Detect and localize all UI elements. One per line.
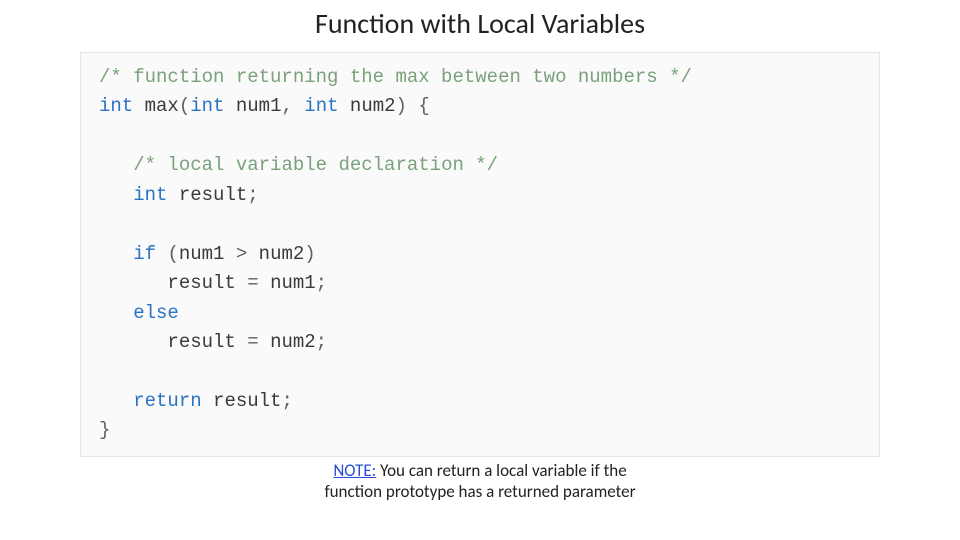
code-token: num2 [259,243,305,265]
code-token: ) [304,243,315,265]
code-token: ; [316,331,327,353]
code-token [99,243,133,265]
code-token [133,95,144,117]
code-token [99,390,133,412]
code-token: max [145,95,179,117]
code-token: num1 [236,95,282,117]
code-token [224,95,235,117]
code-token: result [167,331,235,353]
code-token: result [179,184,247,206]
slide-title: Function with Local Variables [0,6,960,41]
code-token: if [133,243,156,265]
code-token: , [281,95,292,117]
code-token: /* function returning the max between tw… [99,66,692,88]
code-token [293,95,304,117]
code-token: ; [247,184,258,206]
code-token [99,272,167,294]
code-token: int [304,95,338,117]
code-token: num2 [270,331,316,353]
code-token: > [236,243,247,265]
note-text-line1: You can return a local variable if the [376,460,626,481]
code-token: = [247,331,258,353]
code-token [156,243,167,265]
code-token [236,331,247,353]
code-token [247,243,258,265]
code-token: result [213,390,281,412]
code-token: num1 [270,272,316,294]
code-token [99,331,167,353]
code-token [407,95,418,117]
code-token [99,302,133,324]
code-token: ; [316,272,327,294]
footer-note: NOTE: You can return a local variable if… [0,460,960,503]
code-token: int [133,184,167,206]
code-token: ( [167,243,178,265]
code-token: ; [281,390,292,412]
code-token [202,390,213,412]
code-token: num1 [179,243,225,265]
code-token [224,243,235,265]
code-token [339,95,350,117]
code-token: return [133,390,201,412]
code-token [259,272,270,294]
code-token: { [418,95,429,117]
code-block: /* function returning the max between tw… [99,63,861,446]
code-token: = [247,272,258,294]
code-token: /* local variable declaration */ [133,154,498,176]
code-token: else [133,302,179,324]
code-token: int [99,95,133,117]
code-token: } [99,419,110,441]
code-token: ) [396,95,407,117]
code-token [99,154,133,176]
code-token: result [167,272,235,294]
note-text-line2: function prototype has a returned parame… [324,481,635,502]
slide: Function with Local Variables /* functio… [0,0,960,540]
note-label: NOTE: [333,460,376,481]
code-token [167,184,178,206]
code-token [236,272,247,294]
code-token: int [190,95,224,117]
code-token [99,184,133,206]
code-panel: /* function returning the max between tw… [80,52,880,457]
code-token: num2 [350,95,396,117]
code-token: ( [179,95,190,117]
code-token [259,331,270,353]
